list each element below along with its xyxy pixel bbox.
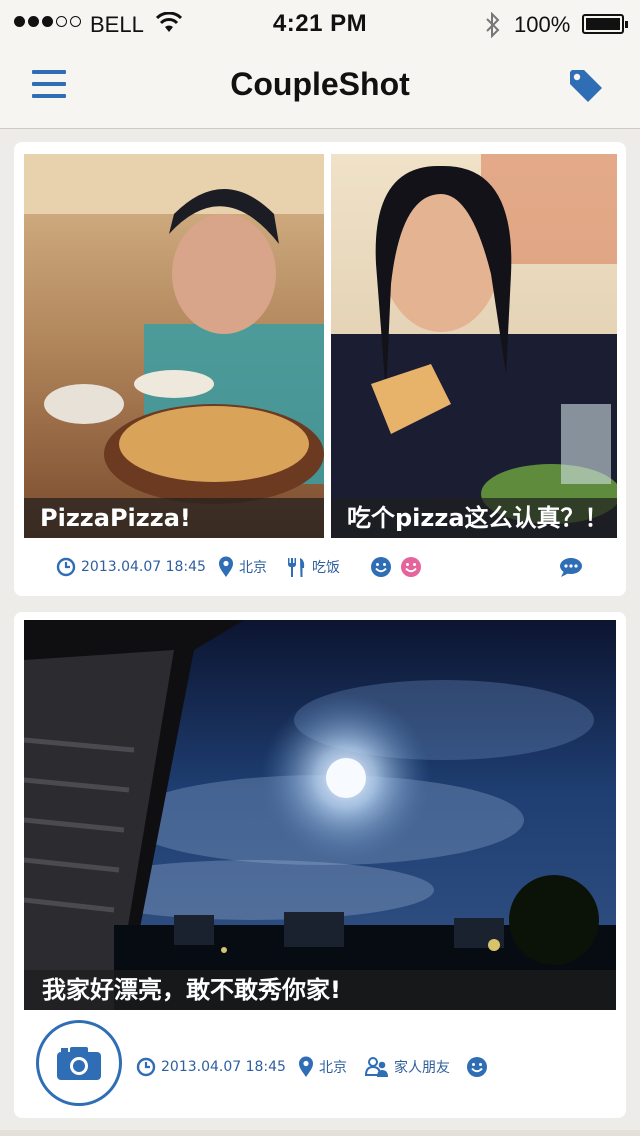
battery-percentage: 100%: [514, 12, 571, 37]
post-datetime: 2013.04.07 18:45: [136, 1057, 286, 1077]
category-text: 吃饭: [311, 560, 340, 576]
location-pin-icon: [218, 556, 233, 577]
post-category[interactable]: 家人朋友: [364, 1056, 450, 1078]
location-text: 北京: [318, 1060, 347, 1076]
battery-icon: [582, 14, 628, 34]
nav-bar: CoupleShot: [0, 48, 640, 129]
clock-icon: [56, 557, 76, 577]
datetime-text: 2013.04.07 18:45: [161, 1059, 286, 1075]
comment-icon[interactable]: [558, 556, 584, 578]
bluetooth-icon: [486, 12, 500, 38]
post-card[interactable]: PizzaPizza! 吃个pizza这么认真？！ 2013.04.07 18:…: [14, 142, 626, 596]
post-datetime: 2013.04.07 18:45: [56, 557, 206, 577]
clock-icon: [136, 1057, 156, 1077]
reactions[interactable]: [466, 1056, 493, 1078]
post-photo[interactable]: 我家好漂亮，敢不敢秀你家!: [24, 620, 616, 1010]
location-pin-icon: [298, 1056, 313, 1077]
photo-caption: 我家好漂亮，敢不敢秀你家!: [24, 970, 616, 1010]
camera-button[interactable]: [36, 1020, 122, 1106]
post-category[interactable]: 吃饭: [285, 556, 340, 578]
status-bar: BELL 4:21 PM 100%: [0, 0, 640, 48]
post-meta: 2013.04.07 18:45 北京 家人朋友: [136, 1056, 505, 1078]
night-sky-photo: [24, 620, 616, 1010]
app-title: CoupleShot: [230, 66, 410, 102]
post-card[interactable]: 我家好漂亮，敢不敢秀你家! 2013.04.07 18:45 北京 家人朋友: [14, 612, 626, 1118]
datetime-text: 2013.04.07 18:45: [81, 559, 206, 575]
smiley-blue-icon[interactable]: [466, 1056, 488, 1078]
feed-bottom-edge: [0, 1130, 640, 1136]
smiley-pink-icon[interactable]: [400, 556, 422, 578]
post-meta: 2013.04.07 18:45 北京 吃饭: [56, 556, 427, 578]
post-location[interactable]: 北京: [218, 556, 267, 578]
location-text: 北京: [238, 560, 267, 576]
camera-icon: [57, 1047, 101, 1080]
pizza-girl-photo: [331, 154, 617, 538]
pizza-boy-photo: [24, 154, 324, 538]
reactions[interactable]: [370, 556, 427, 578]
photo-caption: 吃个pizza这么认真？！: [331, 498, 617, 538]
people-icon: [364, 1057, 388, 1077]
post-photo[interactable]: PizzaPizza!: [24, 154, 324, 538]
post-location[interactable]: 北京: [298, 1056, 347, 1078]
post-photo[interactable]: 吃个pizza这么认真？！: [331, 154, 617, 538]
tag-icon[interactable]: [566, 66, 606, 106]
fork-knife-icon: [287, 558, 305, 577]
photo-caption: PizzaPizza!: [24, 498, 324, 538]
category-text: 家人朋友: [393, 1060, 450, 1076]
smiley-blue-icon[interactable]: [370, 556, 392, 578]
